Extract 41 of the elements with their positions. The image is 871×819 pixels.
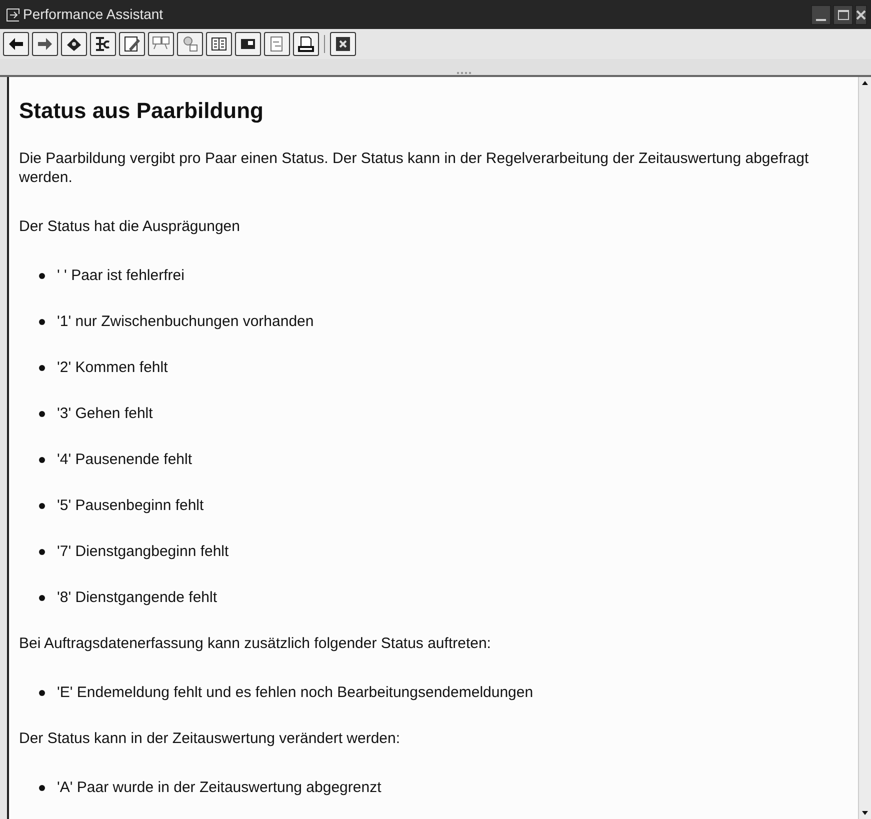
close-help-button[interactable]	[330, 32, 356, 56]
bullet-icon	[39, 272, 45, 278]
bullet-icon	[39, 690, 45, 696]
window-icon	[6, 8, 20, 22]
close-icon	[335, 36, 351, 52]
bullet-icon	[39, 410, 45, 416]
bullet-icon	[39, 318, 45, 324]
columns-button[interactable]	[206, 32, 232, 56]
list-item: ' ' Paar ist fehlerfrei	[57, 266, 184, 285]
printer-button[interactable]	[293, 32, 319, 56]
list-item: '8' Dienstgangende fehlt	[57, 588, 218, 607]
list-item: '2' Kommen fehlt	[57, 358, 168, 377]
printer-icon	[296, 34, 316, 54]
pencil-icon	[122, 34, 142, 54]
list-item: '3' Gehen fehlt	[57, 404, 153, 423]
paragraph: Der Status hat die Ausprägungen	[19, 217, 241, 236]
list-item: '7' Dienstgangbeginn fehlt	[57, 542, 229, 561]
bullet-icon	[39, 364, 45, 370]
minimize-button[interactable]	[811, 4, 831, 24]
paragraph: Bei Auftragsdatenerfassung kann zusätzlich folgender Status auftreten:	[19, 634, 492, 653]
maximize-button[interactable]	[833, 4, 853, 24]
paragraph: Die Paarbildung vergibt pro Paar einen Status. Der Status kann in der Regelverarbeitung der Zeitauswertung abgefragt werden.	[19, 149, 810, 187]
list-item: '4' Pausenende fehlt	[57, 450, 192, 469]
bullet-icon	[39, 784, 45, 790]
list-item: 'A' Paar wurde in der Zeitauswertung abgegrenzt	[57, 778, 382, 797]
window-title: Performance Assistant	[23, 5, 164, 24]
list-item: 'E' Endemeldung fehlt und es fehlen noch Bearbeitungsendemeldungen	[57, 683, 534, 702]
bullet-icon	[39, 594, 45, 600]
hierarchy-button[interactable]	[90, 32, 116, 56]
back-arrow-button[interactable]	[3, 32, 29, 56]
close-button[interactable]	[855, 4, 867, 24]
heading: Status aus Paarbildung	[19, 97, 264, 125]
bullet-icon	[39, 548, 45, 554]
pencil-button[interactable]	[119, 32, 145, 56]
paragraph: Der Status kann in der Zeitauswertung verändert werden:	[19, 729, 402, 748]
bullet-icon	[39, 502, 45, 508]
list-item: '5' Pausenbeginn fehlt	[57, 496, 204, 515]
list-item: '1' nur Zwischenbuchungen vorhanden	[57, 312, 314, 331]
forward-arrow-button[interactable]	[32, 32, 58, 56]
bullet-icon	[39, 456, 45, 462]
card-button[interactable]	[235, 32, 261, 56]
